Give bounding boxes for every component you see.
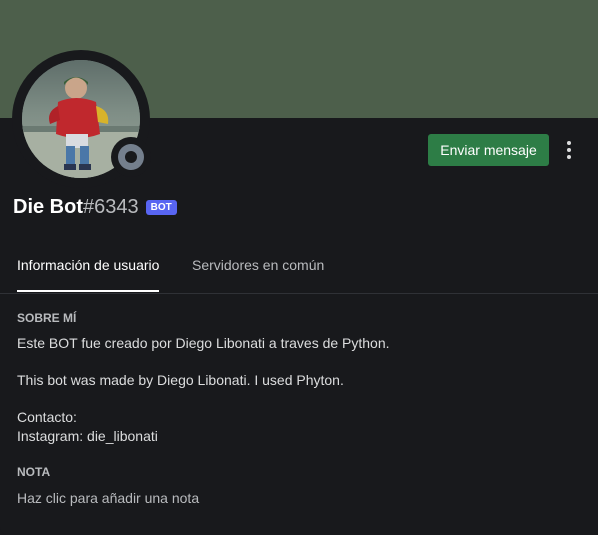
bio-line: Este BOT fue creado por Diego Libonati a… xyxy=(17,335,390,351)
more-options-icon[interactable] xyxy=(558,136,580,164)
bio-line: This bot was made by Diego Libonati. I u… xyxy=(17,372,344,388)
user-info-panel: SOBRE MÍ Este BOT fue creado por Diego L… xyxy=(17,310,577,508)
bot-tag-badge: BOT xyxy=(145,199,177,215)
tab-mutual-servers[interactable]: Servidores en común xyxy=(192,248,324,292)
bio-line: Instagram: die_libonati xyxy=(17,428,158,444)
about-me-title: SOBRE MÍ xyxy=(17,311,77,325)
note-input[interactable]: Haz clic para añadir una nota xyxy=(17,488,577,508)
user-profile-modal: Enviar mensaje Die Bot #6343 BOT Informa… xyxy=(0,0,598,535)
discriminator[interactable]: #6343 xyxy=(83,196,139,219)
status-indicator xyxy=(111,137,151,177)
send-message-button[interactable]: Enviar mensaje xyxy=(428,134,549,166)
username[interactable]: Die Bot xyxy=(13,196,83,219)
avatar-frame xyxy=(12,50,151,188)
offline-status-icon xyxy=(118,144,144,170)
bio-line: Contacto: xyxy=(17,409,77,425)
tabs-divider xyxy=(0,293,598,294)
tab-user-info[interactable]: Información de usuario xyxy=(17,248,160,292)
note-title: NOTA xyxy=(17,465,51,479)
username-row: Die Bot #6343 BOT xyxy=(13,194,177,220)
about-me-text: Este BOT fue creado por Diego Libonati a… xyxy=(17,334,577,446)
